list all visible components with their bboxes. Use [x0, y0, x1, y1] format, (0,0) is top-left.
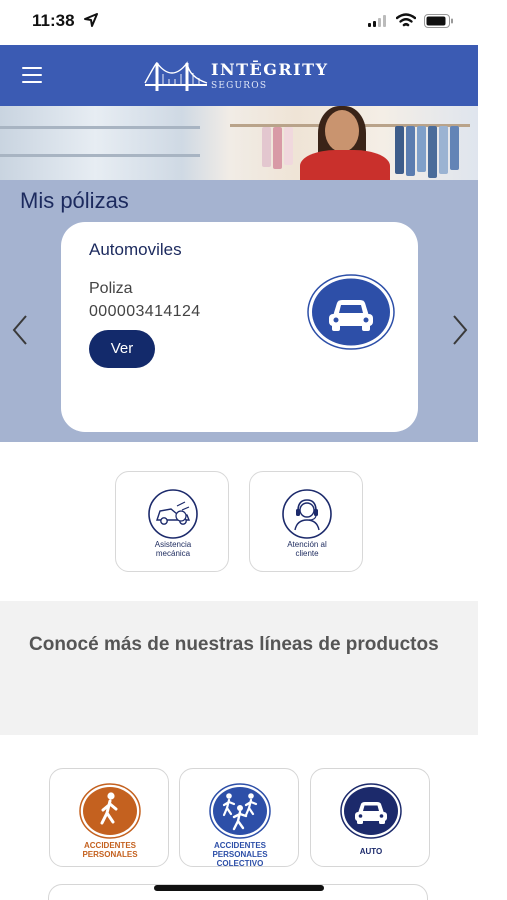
car-icon [340, 783, 402, 839]
brand-name: INTĒGRITY [211, 60, 329, 79]
brand-logo: INTĒGRITY SEGUROS [143, 57, 353, 97]
products-title: Conocé más de nuestras líneas de product… [29, 634, 439, 655]
product-auto-label: AUTO [359, 847, 383, 856]
wifi-icon [396, 13, 416, 27]
tow-truck-icon [148, 489, 198, 539]
menu-button[interactable] [22, 67, 42, 83]
product-group-personal-accidents[interactable]: ACCIDENTES PERSONALES COLECTIVO [179, 768, 299, 868]
products-section: Conocé más de nuestras líneas de product… [0, 601, 478, 735]
app-screen: 11:38 INTĒGRITY SEGUROS Mis pólizas Auto… [0, 0, 507, 900]
walking-person-icon [79, 783, 141, 839]
mechanical-assistance-tile[interactable]: Asistencia mecánica [115, 471, 229, 572]
status-bar: 11:38 [0, 0, 507, 45]
bridge-logo-icon [144, 61, 208, 91]
headset-agent-icon [282, 489, 332, 539]
policies-title: Mis pólizas [20, 188, 129, 213]
battery-icon [424, 14, 453, 28]
group-people-icon [209, 783, 271, 839]
product-personal-accidents[interactable]: ACCIDENTES PERSONALES [49, 768, 169, 867]
view-policy-button[interactable]: Ver [89, 330, 155, 368]
app-header: INTĒGRITY SEGUROS [0, 45, 478, 106]
car-icon [307, 274, 395, 350]
product-group-personal-accidents-label: ACCIDENTES PERSONALES COLECTIVO [212, 841, 268, 868]
product-auto[interactable]: AUTO [310, 768, 430, 867]
carousel-next-arrow-icon[interactable] [448, 312, 472, 348]
customer-service-tile[interactable]: Atención al cliente [249, 471, 363, 572]
home-indicator [154, 885, 324, 891]
carousel-prev-arrow-icon[interactable] [8, 312, 32, 348]
policy-label: Poliza [89, 280, 133, 297]
location-arrow-icon [84, 13, 98, 27]
policy-type: Automoviles [89, 240, 182, 259]
policies-section: Mis pólizas Automoviles Poliza 000003414… [0, 180, 478, 442]
customer-service-label: Atención al cliente [287, 540, 327, 558]
product-personal-accidents-label: ACCIDENTES PERSONALES [82, 841, 138, 859]
cellular-signal-icon [368, 15, 386, 27]
status-time: 11:38 [32, 11, 75, 30]
right-edge [478, 45, 507, 900]
policy-card: Automoviles Poliza 000003414124 Ver [61, 222, 418, 432]
brand-subtitle: SEGUROS [211, 81, 268, 91]
hero-banner-image [0, 106, 478, 180]
mechanical-assistance-label: Asistencia mecánica [154, 540, 192, 558]
policy-number: 000003414124 [89, 303, 201, 320]
